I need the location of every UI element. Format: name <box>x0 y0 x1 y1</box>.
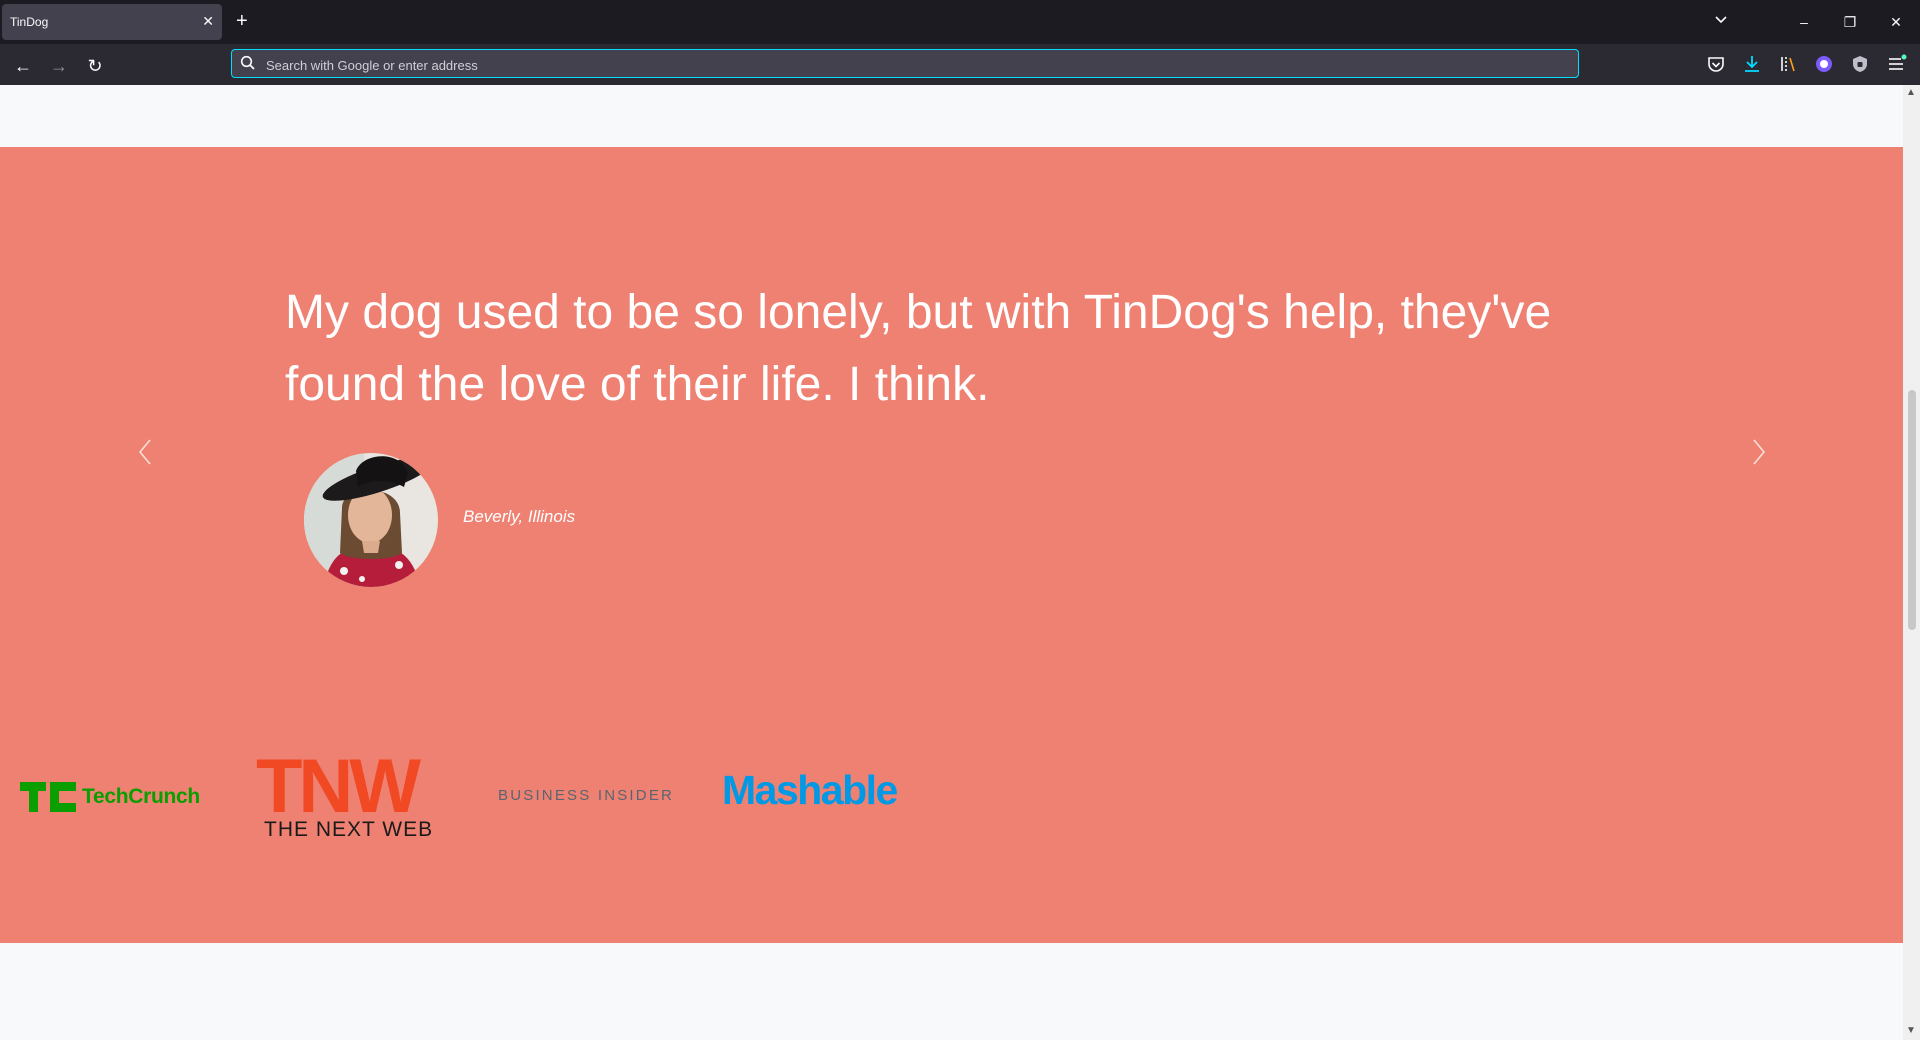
reload-button[interactable]: ↻ <box>81 52 109 80</box>
testimonials-section: My dog used to be so lonely, but with Ti… <box>0 147 1903 943</box>
techcrunch-mark-icon <box>20 782 76 812</box>
extension-icon[interactable] <box>1813 53 1835 75</box>
list-all-tabs-button[interactable] <box>1706 10 1736 34</box>
testimonial-quote: My dog used to be so lonely, but with Ti… <box>285 286 1552 411</box>
tab-close-icon[interactable]: ✕ <box>202 13 214 30</box>
library-icon[interactable] <box>1777 53 1799 75</box>
chevron-right-icon <box>1753 439 1766 465</box>
techcrunch-wordmark: TechCrunch <box>82 785 200 808</box>
nav-toolbar: ← → ↻ <box>0 44 1920 85</box>
address-bar[interactable] <box>231 49 1579 78</box>
scroll-up-icon[interactable]: ▲ <box>1906 87 1916 98</box>
carousel-next-button[interactable] <box>1740 427 1780 477</box>
business-insider-wordmark: BUSINESS INSIDER <box>498 787 675 804</box>
tab-tindog[interactable]: TinDog ✕ <box>2 4 222 40</box>
chevron-down-icon <box>1715 16 1727 24</box>
new-tab-button[interactable]: + <box>236 9 248 33</box>
techcrunch-logo: TechCrunch <box>20 779 210 815</box>
tab-bar: TinDog ✕ + – ❐ ✕ <box>0 0 1920 44</box>
scrollbar-thumb[interactable] <box>1908 390 1916 630</box>
restore-button[interactable]: ❐ <box>1835 10 1865 34</box>
menu-icon[interactable] <box>1885 53 1907 75</box>
page-viewport: My dog used to be so lonely, but with Ti… <box>0 85 1903 1040</box>
mashable-wordmark: Mashable <box>722 767 898 813</box>
downloads-icon[interactable] <box>1741 53 1763 75</box>
pocket-icon[interactable] <box>1705 53 1727 75</box>
chevron-left-icon <box>138 439 151 465</box>
testimonial-location: Beverly, Illinois <box>463 507 576 526</box>
close-window-button[interactable]: ✕ <box>1881 10 1911 34</box>
url-input[interactable] <box>264 54 1558 76</box>
forward-button[interactable]: → <box>45 52 73 80</box>
business-insider-logo: BUSINESS INSIDER <box>498 787 678 807</box>
minimize-button[interactable]: – <box>1789 10 1819 34</box>
tnw-mark: TNW <box>256 744 421 829</box>
search-icon <box>240 55 255 70</box>
back-button[interactable]: ← <box>9 52 37 80</box>
shield-icon[interactable] <box>1849 53 1871 75</box>
carousel-prev-button[interactable] <box>124 427 164 477</box>
page-scrollbar[interactable]: ▲ ▼ <box>1903 85 1920 1040</box>
tab-title: TinDog <box>10 15 49 29</box>
tnw-logo: TNW THE NEXT WEB <box>256 749 446 847</box>
tnw-wordmark: THE NEXT WEB <box>264 818 434 841</box>
mashable-logo: Mashable <box>722 767 922 817</box>
testimonial-avatar <box>304 453 438 587</box>
scroll-down-icon[interactable]: ▼ <box>1906 1025 1916 1036</box>
